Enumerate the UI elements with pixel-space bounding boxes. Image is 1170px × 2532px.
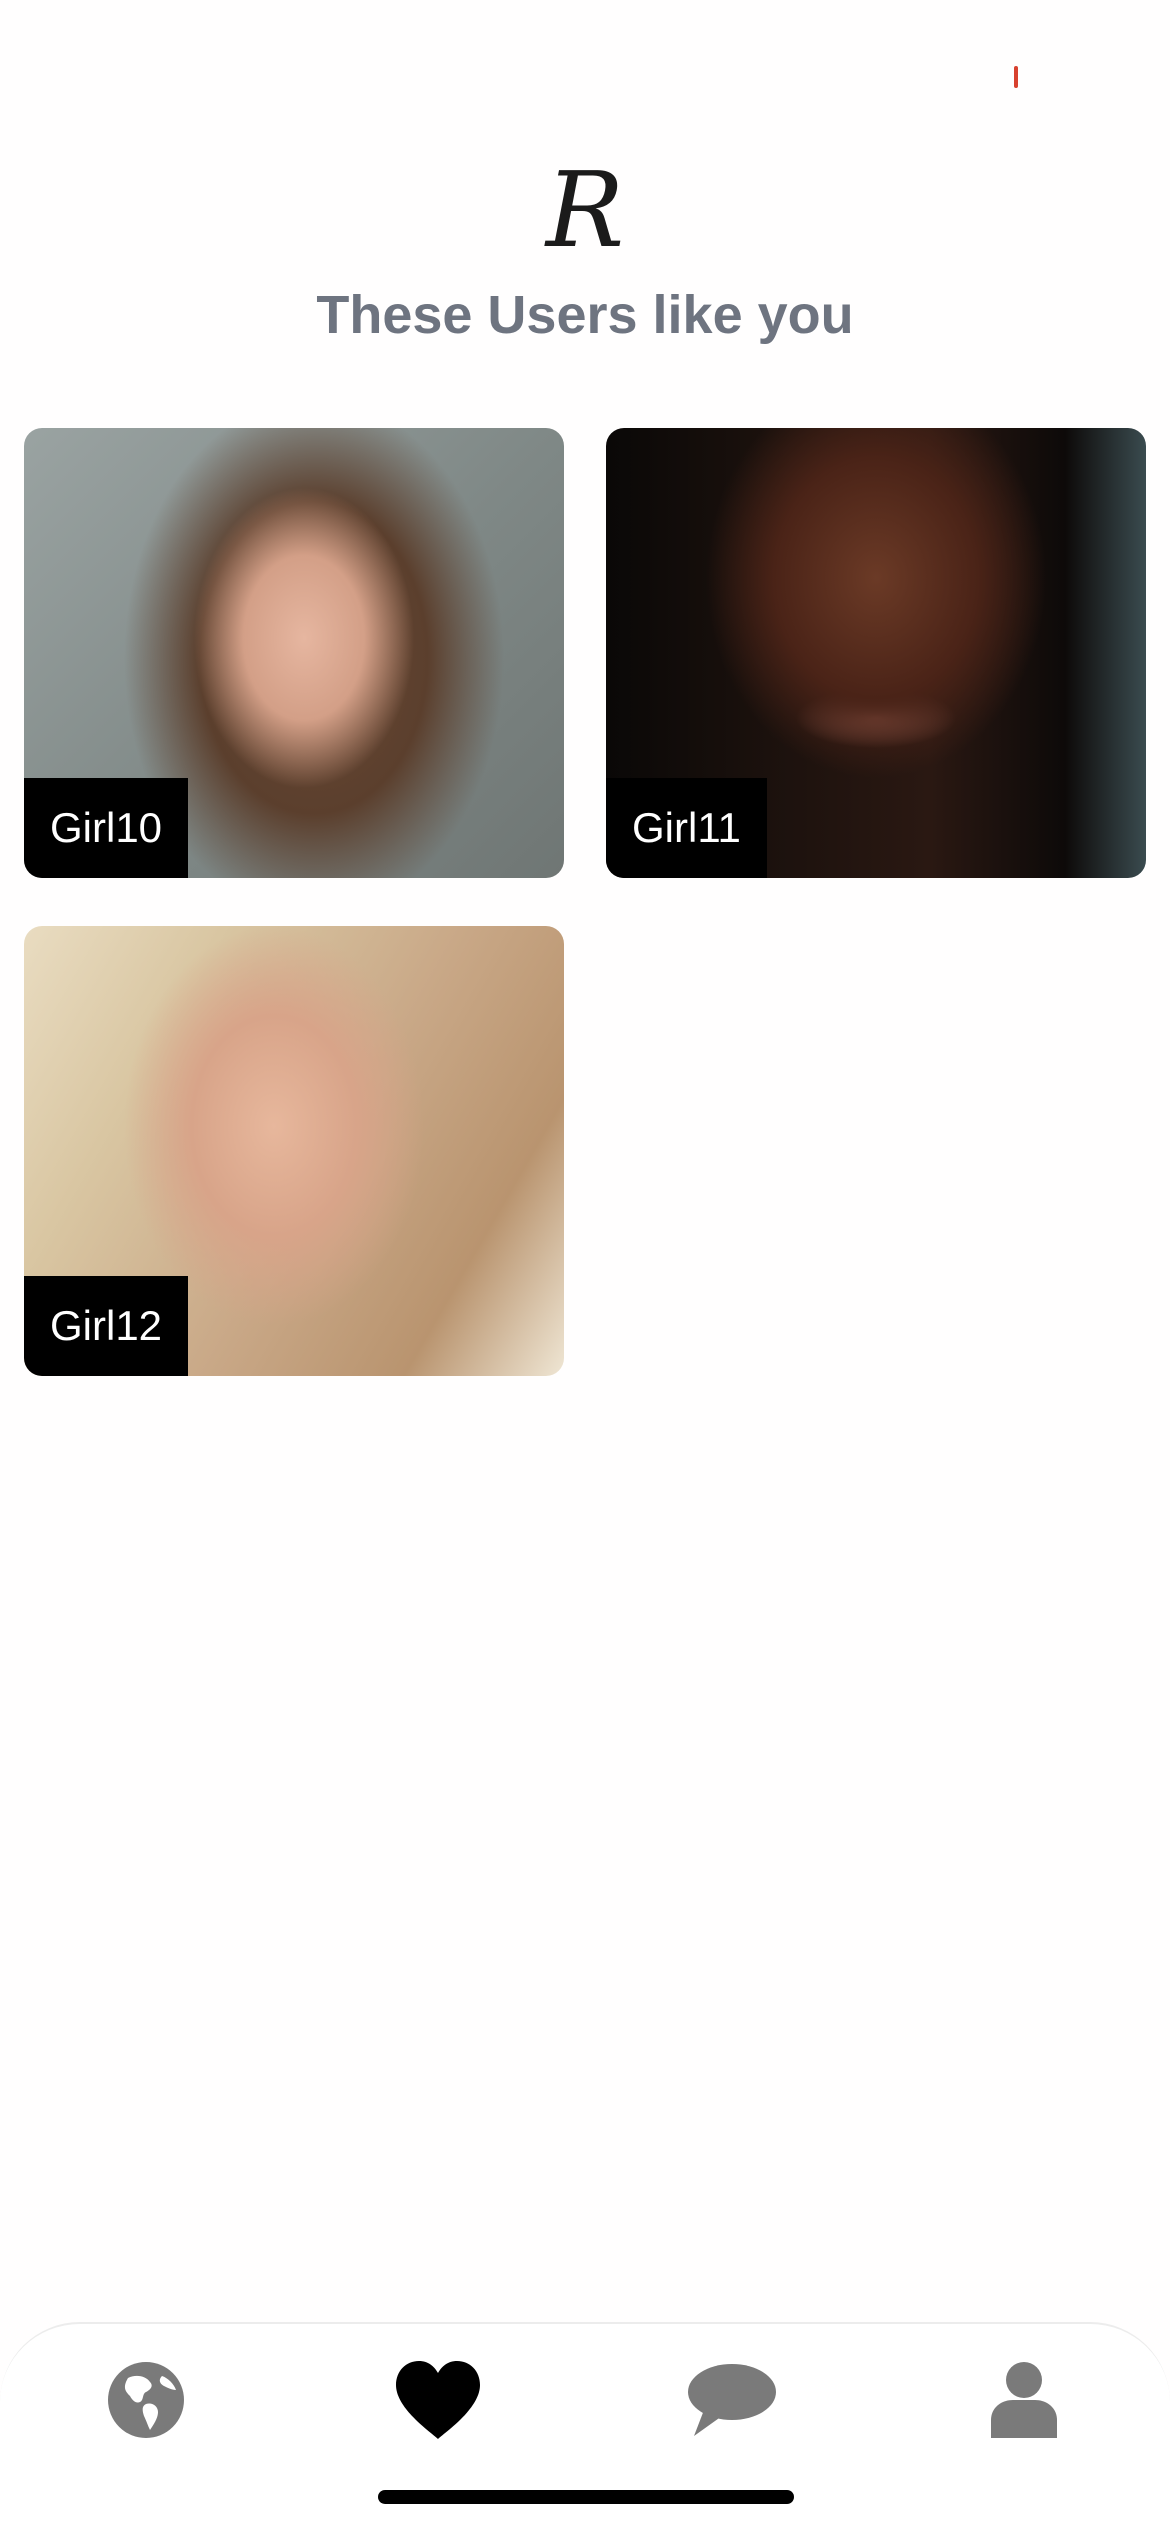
- tab-explore[interactable]: [86, 2350, 206, 2450]
- app-logo: R: [545, 149, 625, 271]
- page-title: These Users like you: [316, 285, 854, 345]
- home-indicator[interactable]: [378, 2490, 794, 2504]
- globe-icon: [108, 2362, 184, 2438]
- chat-bubble-icon: [688, 2364, 776, 2436]
- tab-messages[interactable]: [672, 2350, 792, 2450]
- likes-screen: R These Users like you Girl10 Girl11 Gir…: [0, 0, 1170, 2532]
- user-name-tag: Girl11: [606, 778, 767, 878]
- heart-icon: [396, 2361, 480, 2439]
- user-card[interactable]: Girl12: [24, 926, 564, 1376]
- person-icon: [991, 2362, 1057, 2438]
- user-card[interactable]: Girl11: [606, 428, 1146, 878]
- tab-profile[interactable]: [964, 2350, 1084, 2450]
- status-indicator: [1014, 66, 1018, 88]
- user-name-tag: Girl10: [24, 778, 189, 878]
- user-name-tag: Girl12: [24, 1276, 189, 1376]
- tab-likes[interactable]: [378, 2350, 498, 2450]
- user-card[interactable]: Girl10: [24, 428, 564, 878]
